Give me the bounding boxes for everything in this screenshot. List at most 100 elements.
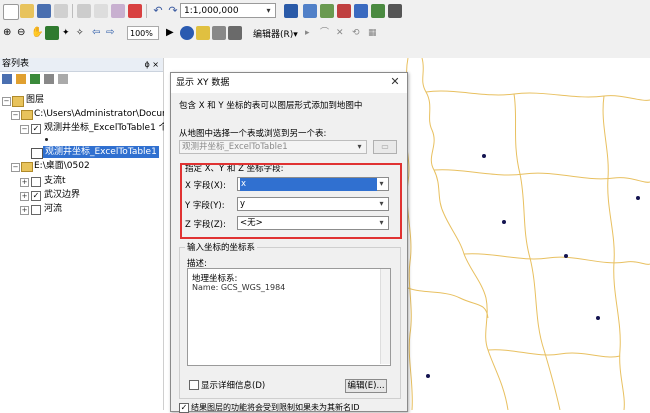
- warning-checkbox[interactable]: ✓: [179, 403, 189, 413]
- list-by-visibility-icon[interactable]: [30, 74, 40, 84]
- boundary-line: [407, 287, 489, 319]
- coordinate-system-header: 输入坐标的坐标系: [185, 241, 258, 253]
- expand-toggle[interactable]: +: [20, 206, 29, 215]
- map-point[interactable]: [482, 154, 486, 158]
- select-elements-icon[interactable]: ▶: [166, 26, 180, 40]
- back-extent-icon[interactable]: ⇦: [92, 26, 106, 40]
- options-icon[interactable]: [58, 74, 68, 84]
- expand-toggle[interactable]: −: [11, 163, 20, 172]
- selected-table[interactable]: 观测井坐标_ExcelToTable1: [43, 146, 159, 158]
- layer-visibility-checkbox[interactable]: ✓: [31, 124, 41, 134]
- expand-toggle[interactable]: −: [20, 125, 29, 134]
- map-point[interactable]: [596, 316, 600, 320]
- split-tool-icon[interactable]: ✕: [336, 26, 350, 40]
- boundary-line: [513, 93, 561, 410]
- layer-item[interactable]: 武汉边界: [44, 189, 80, 201]
- display-xy-data-dialog: 显示 XY 数据 ✕ 包含 X 和 Y 坐标的表可以图层形式添加到地图中 从地图…: [170, 72, 408, 413]
- data-path-2[interactable]: E:\桌面\0502: [34, 160, 90, 172]
- map-point[interactable]: [636, 196, 640, 200]
- coordinate-system-description: 地理坐标系: Name: GCS_WGS_1984: [187, 268, 391, 366]
- layer-item[interactable]: 支流t: [44, 175, 66, 187]
- map-point[interactable]: [426, 374, 430, 378]
- layer-visibility-checkbox[interactable]: [31, 205, 41, 215]
- save-icon[interactable]: [37, 4, 51, 18]
- layer-visibility-checkbox[interactable]: ✓: [31, 191, 41, 201]
- expand-toggle[interactable]: −: [2, 97, 11, 106]
- catalog-icon[interactable]: [320, 4, 334, 18]
- close-icon[interactable]: ✕: [389, 76, 401, 88]
- map-scale-combo[interactable]: 1:1,000,000 ▾: [180, 3, 276, 18]
- model-builder-icon[interactable]: [371, 4, 385, 18]
- edit-button[interactable]: 编辑(E)...: [345, 379, 387, 393]
- zoom-percent-combo[interactable]: 100%: [127, 26, 159, 40]
- boundary-line: [425, 90, 650, 101]
- boundary-line: [433, 169, 650, 183]
- print-icon[interactable]: [54, 4, 68, 18]
- fixed-zoom-in-icon[interactable]: ✦: [62, 26, 76, 40]
- paste-icon[interactable]: [111, 4, 125, 18]
- dialog-titlebar: 显示 XY 数据 ✕: [171, 73, 407, 93]
- table-icon: [31, 148, 43, 159]
- chevron-down-icon[interactable]: ▾: [354, 141, 365, 153]
- new-document-icon[interactable]: [3, 4, 19, 20]
- arctoolbox-icon[interactable]: [337, 4, 351, 18]
- table-of-contents-icon[interactable]: [303, 4, 317, 18]
- browse-folder-button[interactable]: ▭: [373, 140, 397, 154]
- attributes-icon[interactable]: ▦: [368, 26, 382, 40]
- highlight-annotation: [180, 163, 402, 239]
- table-select-value: 观测井坐标_ExcelToTable1: [182, 142, 288, 152]
- list-by-source-icon[interactable]: [16, 74, 26, 84]
- expand-toggle[interactable]: +: [20, 178, 29, 187]
- editor-toolbar-icon[interactable]: [284, 4, 298, 18]
- map-point[interactable]: [564, 254, 568, 258]
- toc-pin-close[interactable]: ϕ ×: [144, 58, 159, 71]
- layers-icon: [12, 96, 24, 107]
- layer-visibility-checkbox[interactable]: [31, 177, 41, 187]
- html-popup-icon[interactable]: [228, 26, 242, 40]
- zoom-in-icon[interactable]: ⊕: [3, 26, 17, 40]
- expand-toggle[interactable]: +: [20, 192, 29, 201]
- map-scale-value: 1:1,000,000: [184, 6, 239, 16]
- point-symbol-icon: [45, 138, 48, 141]
- identify-icon[interactable]: [180, 26, 194, 40]
- cut-icon[interactable]: [77, 4, 91, 18]
- description-scrollbar[interactable]: [380, 269, 390, 364]
- fixed-zoom-out-icon[interactable]: ✧: [76, 26, 90, 40]
- undo-icon[interactable]: ↶: [151, 4, 165, 18]
- list-by-drawing-order-icon[interactable]: [2, 74, 12, 84]
- show-details-checkbox[interactable]: [189, 380, 199, 390]
- editor-menu[interactable]: 编辑器(R)▾: [253, 27, 298, 40]
- layer-item[interactable]: 河流: [44, 203, 62, 215]
- layers-root[interactable]: 图层: [26, 94, 44, 106]
- chevron-down-icon[interactable]: ▾: [263, 5, 274, 16]
- pan-icon[interactable]: ✋: [31, 26, 45, 40]
- open-folder-icon[interactable]: [20, 4, 34, 18]
- toc-title: 容列表: [2, 59, 30, 69]
- find-icon[interactable]: [196, 26, 210, 40]
- event-layer[interactable]: 观测井坐标_ExcelToTable1 个事: [44, 122, 177, 134]
- boundary-line: [602, 95, 625, 410]
- warning-text: 结果图层的功能将会受到限制如果未为其新名ID: [191, 403, 360, 412]
- map-point[interactable]: [502, 220, 506, 224]
- delete-icon[interactable]: [128, 4, 142, 18]
- zoom-out-icon[interactable]: ⊖: [17, 26, 31, 40]
- toolbar-strip: [0, 44, 650, 59]
- redo-icon[interactable]: ↷: [166, 4, 180, 18]
- full-extent-icon[interactable]: [45, 26, 59, 40]
- measure-icon[interactable]: [212, 26, 226, 40]
- copy-icon[interactable]: [94, 4, 108, 18]
- forward-extent-icon[interactable]: ⇨: [106, 26, 120, 40]
- rotate-tool-icon[interactable]: ⟲: [352, 26, 366, 40]
- expand-toggle[interactable]: −: [11, 111, 20, 120]
- toc-header: 容列表 ϕ ×: [0, 58, 163, 72]
- list-by-selection-icon[interactable]: [44, 74, 54, 84]
- search-window-icon[interactable]: [354, 4, 368, 18]
- table-select[interactable]: 观测井坐标_ExcelToTable1 ▾: [179, 140, 367, 154]
- data-path-1[interactable]: C:\Users\Administrator\Documen: [34, 108, 182, 120]
- python-icon[interactable]: [388, 4, 402, 18]
- table-prompt: 从地图中选择一个表或浏览到另一个表:: [179, 129, 327, 139]
- standard-toolbar: ↶ ↷ 1:1,000,000 ▾: [0, 0, 650, 23]
- folder-icon: [21, 110, 33, 120]
- sketch-tool-icon[interactable]: ⌒: [320, 26, 334, 40]
- edit-tool-icon[interactable]: ▸: [305, 26, 319, 40]
